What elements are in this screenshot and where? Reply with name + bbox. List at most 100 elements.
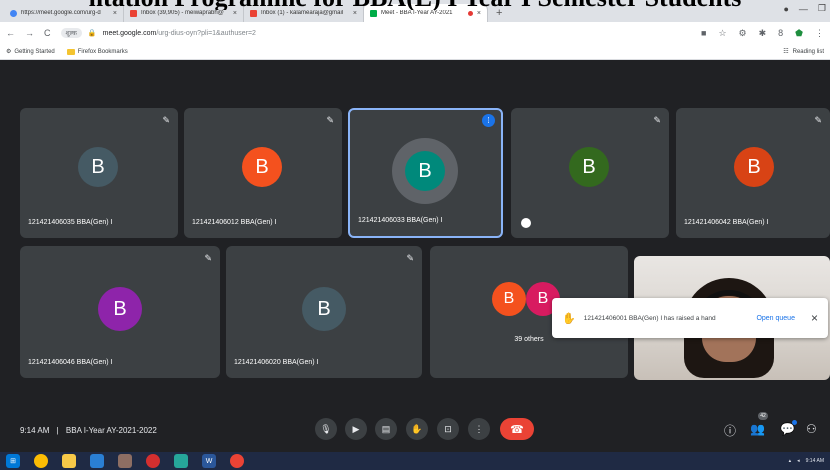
info-icon[interactable]: ⓘ: [724, 422, 736, 439]
avatar: B: [734, 147, 774, 187]
avatar: B: [78, 147, 118, 187]
meet-stage: ✎ B 121421406035 BBA(Gen) I ✎ B 12142140…: [0, 60, 830, 448]
participant-tile[interactable]: ✎ B 121421406035 BBA(Gen) I: [20, 108, 178, 238]
forward-icon[interactable]: →: [25, 28, 34, 38]
separator: |: [56, 426, 59, 435]
bookmark-label: Getting Started: [14, 48, 55, 55]
close-tab-icon[interactable]: ×: [233, 10, 237, 17]
reading-list-label: Reading list: [792, 48, 824, 55]
camera-indicator-icon[interactable]: ■: [701, 28, 706, 38]
avatar: B: [242, 147, 282, 187]
tab-title: Meet - BBA I-Year AY-2021: [381, 10, 453, 16]
toast-message: 121421406001 BBA(Gen) I has raised a han…: [583, 314, 716, 322]
reload-icon[interactable]: C: [44, 28, 51, 38]
gmail-icon: [250, 9, 257, 17]
list-icon: ☷: [783, 49, 789, 55]
avatar: B: [492, 282, 526, 316]
leave-call-button[interactable]: ☎: [500, 418, 534, 440]
captions-icon: ▤: [381, 423, 391, 434]
meeting-time: 9:14 AM: [20, 426, 50, 435]
participant-tile[interactable]: ✎ B 121421406020 BBA(Gen) I: [226, 246, 422, 378]
camera-button[interactable]: ▶: [345, 418, 367, 440]
mic-off-icon: ✎: [162, 115, 170, 125]
profile-avatar-icon[interactable]: 8: [778, 28, 783, 38]
close-tab-icon[interactable]: ×: [477, 10, 481, 17]
more-options-button[interactable]: ⋮: [468, 418, 490, 440]
people-icon[interactable]: 👥: [750, 422, 765, 436]
mic-off-icon: ✎: [814, 115, 822, 125]
url-host: meet.google.com: [102, 29, 157, 37]
bookmark-label: Firefox Bookmarks: [77, 48, 128, 55]
ftp-icon[interactable]: [118, 454, 132, 468]
notification-dot: [792, 420, 797, 425]
captions-button[interactable]: ▤: [375, 418, 397, 440]
more-vert-icon: ⋮: [474, 423, 484, 434]
toolbar-icons: ■ ☆ ⚙ ✱ 8 ⬟ ⋮: [701, 28, 824, 39]
participant-tile[interactable]: ✎ B: [511, 108, 669, 238]
system-tray: ▴ ◂ 9:14 AM: [789, 458, 830, 464]
participant-name: 121421406046 BBA(Gen) I: [28, 359, 113, 366]
tab-title: Inbox (1) - kalamearaja@gmail: [261, 10, 344, 16]
tab-title: Inbox (39,905) - meiwaprabh@: [141, 10, 224, 16]
participant-name: 121421406020 BBA(Gen) I: [234, 359, 319, 366]
windows-start-icon[interactable]: ⊞: [6, 454, 20, 468]
recording-icon: [467, 10, 473, 16]
meeting-title: BBA I-Year AY-2021-2022: [65, 426, 157, 435]
avatar: B: [98, 287, 142, 331]
participant-name: 121421406033 BBA(Gen) I: [358, 217, 443, 224]
file-explorer-icon[interactable]: [62, 454, 76, 468]
participant-tile[interactable]: ✎ B 121421406012 BBA(Gen) I: [184, 108, 342, 238]
lock-icon: 🔒: [87, 30, 97, 37]
activities-icon[interactable]: ⚇: [806, 422, 817, 436]
present-screen-icon: ⊡: [444, 423, 452, 434]
chrome-icon[interactable]: [34, 454, 48, 468]
avatar: B: [405, 151, 445, 191]
status-dot: [521, 218, 531, 228]
image-viewer-icon[interactable]: [174, 454, 188, 468]
meeting-info: 9:14 AM | BBA I-Year AY-2021-2022: [20, 426, 157, 435]
word-icon[interactable]: W: [202, 454, 216, 468]
volume-icon[interactable]: ◂: [797, 458, 800, 464]
chrome-icon[interactable]: [230, 454, 244, 468]
close-tab-icon[interactable]: ×: [113, 10, 117, 17]
puzzle-icon[interactable]: ✱: [759, 28, 767, 39]
extension-icon[interactable]: ⚙: [739, 28, 747, 39]
meet-icon: [370, 9, 377, 17]
tray-time[interactable]: 9:14 AM: [806, 458, 824, 464]
url-chip: शुल्क: [60, 28, 82, 38]
tab-title: https://meet.google.com/urg-d: [21, 10, 101, 16]
bookmarks-bar: ⚙ Getting Started Firefox Bookmarks ☷ Re…: [0, 44, 830, 60]
edge-icon[interactable]: [90, 454, 104, 468]
bookmark-getting-started[interactable]: ⚙ Getting Started: [6, 48, 55, 56]
microphone-button[interactable]: 🎙: [315, 418, 337, 440]
opera-icon[interactable]: [146, 454, 160, 468]
shield-icon[interactable]: ⬟: [795, 28, 803, 39]
participant-name: 121421406042 BBA(Gen) I: [684, 219, 769, 226]
bookmark-star-icon[interactable]: ☆: [718, 28, 726, 39]
heading-banner: ntation Programme for BBA(E) I Year I Se…: [0, 0, 830, 10]
open-queue-button[interactable]: Open queue: [756, 315, 795, 322]
close-toast-button[interactable]: ×: [811, 311, 818, 325]
close-tab-icon[interactable]: ×: [353, 10, 357, 17]
participant-tile-active-speaker[interactable]: ⁞ B 121421406033 BBA(Gen) I: [348, 108, 503, 238]
network-icon[interactable]: ▴: [789, 458, 792, 464]
back-icon[interactable]: ←: [6, 28, 15, 38]
avatar: B: [302, 287, 346, 331]
participant-tile[interactable]: ✎ B 121421406046 BBA(Gen) I: [20, 246, 220, 378]
reading-list-button[interactable]: ☷ Reading list: [783, 48, 824, 56]
microphone-icon: 🎙: [320, 423, 332, 434]
address-bar[interactable]: शुल्क 🔒 meet.google.com/urg-dius-oyn?pli…: [60, 25, 692, 41]
participant-tile[interactable]: ✎ B 121421406042 BBA(Gen) I: [676, 108, 830, 238]
gear-icon: ⚙: [6, 49, 12, 55]
google-icon: [10, 9, 17, 17]
browser-navbar: ← → C शुल्क 🔒 meet.google.com/urg-dius-o…: [0, 22, 830, 44]
raise-hand-button[interactable]: ✋: [406, 418, 428, 440]
participant-name: 121421406012 BBA(Gen) I: [192, 219, 277, 226]
speaking-indicator-icon: ⁞: [482, 114, 495, 127]
raised-hand-toast: ✋ 121421406001 BBA(Gen) I has raised a h…: [552, 298, 828, 338]
bookmark-firefox[interactable]: Firefox Bookmarks: [66, 48, 128, 55]
participant-name: 121421406035 BBA(Gen) I: [28, 219, 113, 226]
present-button[interactable]: ⊡: [437, 418, 459, 440]
participant-count-badge: 42: [758, 412, 768, 420]
menu-icon[interactable]: ⋮: [815, 28, 824, 39]
